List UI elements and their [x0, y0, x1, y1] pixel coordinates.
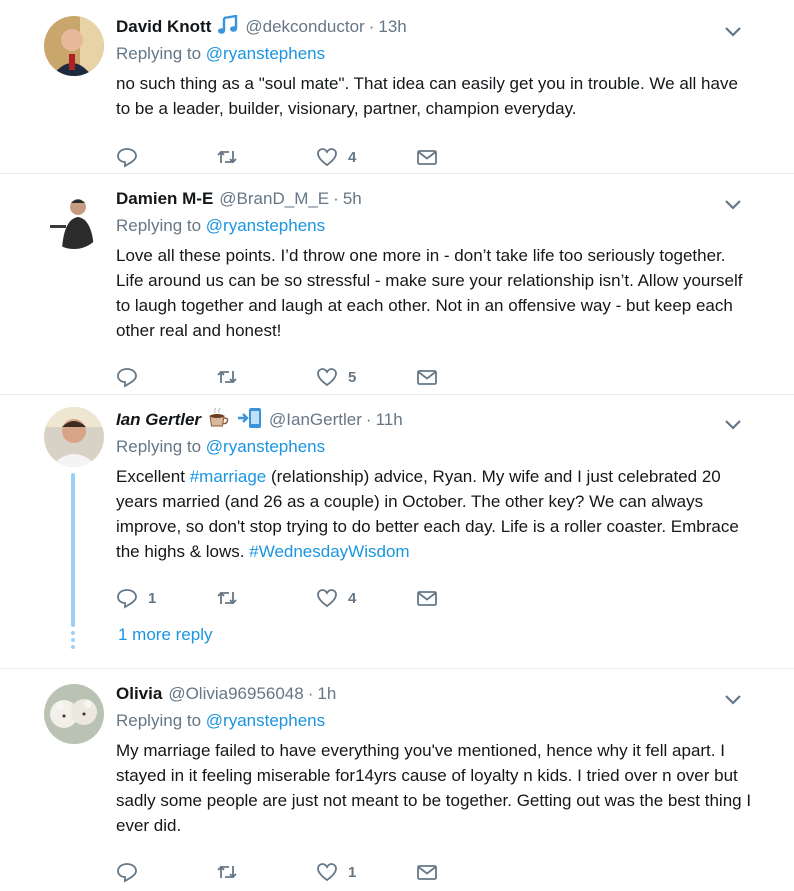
tweet-text: Love all these points. I’d throw one mor…: [116, 246, 743, 340]
like-button[interactable]: 4: [316, 146, 416, 168]
direct-message-button[interactable]: [416, 861, 516, 883]
chevron-down-icon[interactable]: [722, 193, 744, 215]
reply-count: 1: [148, 589, 157, 607]
tweet-david-knott[interactable]: David Knott @dekconductor · 13h Replying…: [0, 0, 794, 174]
tweet-text: Excellent #marriage (relationship) advic…: [116, 464, 794, 564]
timestamp[interactable]: 13h: [378, 17, 406, 37]
avatar[interactable]: [44, 684, 104, 744]
heart-icon: [317, 148, 337, 167]
timestamp[interactable]: 11h: [376, 410, 403, 430]
replying-to: Replying to @ryanstephens: [116, 42, 794, 66]
envelope-icon: [417, 591, 437, 606]
envelope-icon: [417, 370, 437, 385]
like-count: 4: [348, 148, 357, 166]
reply-button[interactable]: 1: [116, 587, 216, 609]
tweet-olivia[interactable]: Olivia @Olivia96956048 · 1h Replying to …: [0, 669, 794, 891]
like-button[interactable]: 1: [316, 861, 416, 883]
chevron-down-icon[interactable]: [722, 688, 744, 710]
retweet-icon: [217, 865, 237, 879]
replying-to: Replying to @ryanstephens: [116, 709, 794, 733]
separator-dot: ·: [333, 189, 339, 208]
chevron-down-icon[interactable]: [722, 20, 744, 42]
like-button[interactable]: 4: [316, 587, 416, 609]
avatar[interactable]: [44, 16, 104, 76]
retweet-button[interactable]: [216, 366, 316, 388]
hashtag-link[interactable]: #WednesdayWisdom: [249, 542, 409, 561]
chevron-down-icon[interactable]: [722, 413, 744, 435]
author-name[interactable]: Ian Gertler: [116, 410, 201, 430]
reply-icon: [117, 863, 137, 883]
timestamp[interactable]: 1h: [317, 684, 336, 704]
replying-prefix: Replying to: [116, 711, 202, 730]
separator-dot: ·: [307, 684, 314, 703]
author-handle[interactable]: @Olivia96956048: [168, 684, 303, 704]
reply-button[interactable]: [116, 146, 216, 168]
tweet-text: My marriage failed to have everything yo…: [116, 741, 752, 835]
separator-dot: ·: [368, 17, 375, 36]
direct-message-button[interactable]: [416, 146, 516, 168]
replying-prefix: Replying to: [116, 216, 202, 235]
retweet-button[interactable]: [216, 146, 316, 168]
thread-dots: [70, 631, 76, 652]
music-note-icon: [217, 14, 239, 40]
envelope-icon: [417, 865, 437, 880]
heart-icon: [317, 368, 337, 387]
retweet-button[interactable]: [216, 861, 316, 883]
author-handle[interactable]: @BranD_M_E: [219, 189, 329, 209]
retweet-button[interactable]: [216, 587, 316, 609]
author-name[interactable]: Olivia: [116, 684, 162, 704]
replying-to: Replying to @ryanstephens: [116, 214, 794, 238]
like-count: 1: [348, 863, 357, 881]
avatar[interactable]: [44, 407, 104, 467]
tweet-actions: 1 4: [116, 578, 794, 618]
coffee-icon: [207, 407, 231, 433]
heart-icon: [317, 589, 337, 608]
reply-icon: [117, 148, 137, 168]
reply-icon: [117, 368, 137, 388]
mention-link[interactable]: @ryanstephens: [206, 216, 325, 235]
reply-button[interactable]: [116, 861, 216, 883]
like-count: 4: [348, 589, 357, 607]
reply-button[interactable]: [116, 366, 216, 388]
direct-message-button[interactable]: [416, 366, 516, 388]
tweet-text: no such thing as a "soul mate". That ide…: [116, 74, 738, 118]
tweet-actions: 5: [116, 357, 794, 397]
author-handle[interactable]: @dekconductor: [245, 17, 364, 37]
author-name[interactable]: Damien M-E: [116, 189, 213, 209]
retweet-icon: [217, 150, 237, 164]
mention-link[interactable]: @ryanstephens: [206, 437, 325, 456]
replying-prefix: Replying to: [116, 44, 202, 63]
direct-message-button[interactable]: [416, 587, 516, 609]
retweet-icon: [217, 370, 237, 384]
tweet-damien-me[interactable]: Damien M-E @BranD_M_E · 5h Replying to @…: [0, 174, 794, 395]
author-handle[interactable]: @IanGertler: [269, 410, 362, 430]
replying-prefix: Replying to: [116, 437, 202, 456]
envelope-icon: [417, 150, 437, 165]
phone-arrow-icon: [237, 407, 263, 434]
replying-to: Replying to @ryanstephens: [116, 435, 794, 459]
reply-icon: [117, 589, 137, 609]
like-button[interactable]: 5: [316, 366, 416, 388]
retweet-icon: [217, 591, 237, 605]
more-replies-link[interactable]: 1 more reply: [118, 625, 212, 645]
separator-dot: ·: [365, 410, 372, 429]
thread-line: [71, 473, 75, 627]
mention-link[interactable]: @ryanstephens: [206, 711, 325, 730]
like-count: 5: [348, 368, 357, 386]
avatar[interactable]: [44, 189, 104, 249]
hashtag-link[interactable]: #marriage: [190, 467, 267, 486]
timestamp[interactable]: 5h: [343, 189, 362, 209]
tweet-actions: 1: [116, 852, 794, 891]
text-segment: Excellent: [116, 467, 190, 486]
author-name[interactable]: David Knott: [116, 17, 211, 37]
heart-icon: [317, 863, 337, 882]
mention-link[interactable]: @ryanstephens: [206, 44, 325, 63]
tweet-actions: 4: [116, 137, 794, 177]
tweet-ian-gertler[interactable]: Ian Gertler @IanGertler · 11h Replying t…: [0, 395, 794, 669]
